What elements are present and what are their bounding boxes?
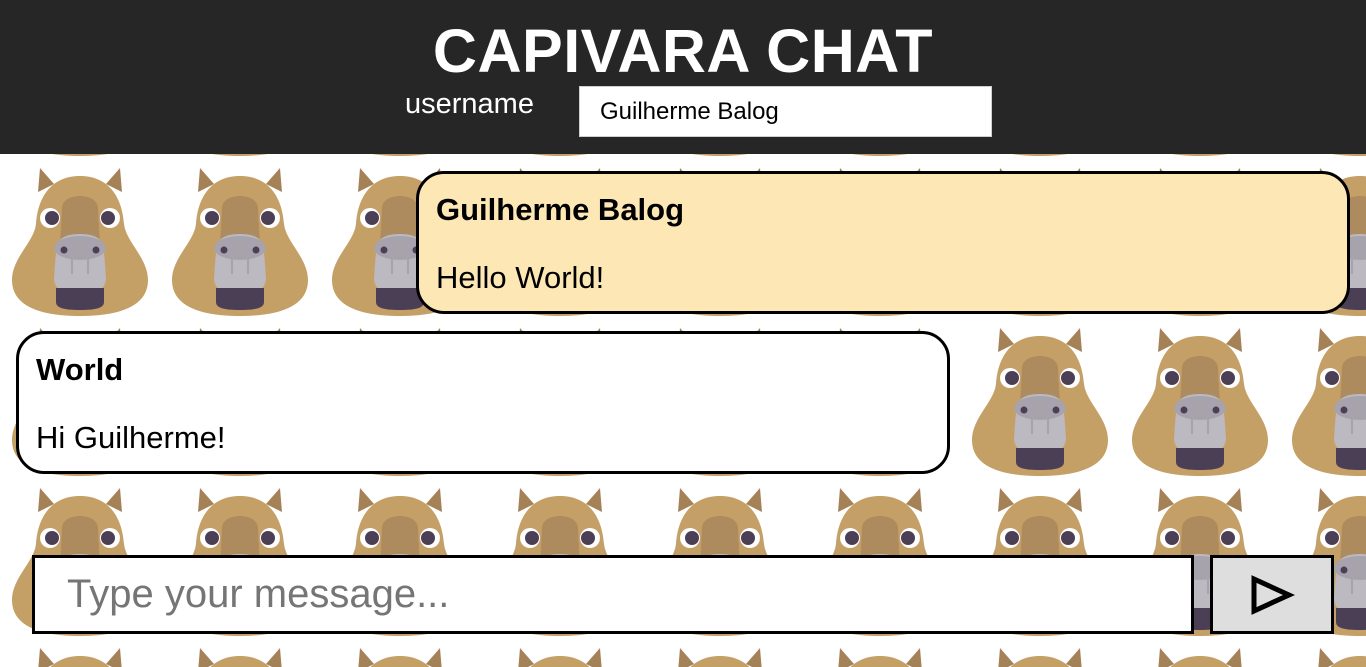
send-button[interactable] bbox=[1210, 555, 1334, 634]
app-header: CAPIVARA CHAT username bbox=[0, 0, 1366, 154]
username-label: username bbox=[405, 88, 534, 120]
play-triangle-icon bbox=[1251, 574, 1295, 615]
message-bubble-own: Guilherme Balog Hello World! bbox=[416, 171, 1350, 314]
username-input[interactable] bbox=[579, 86, 992, 137]
message-input[interactable] bbox=[32, 555, 1194, 634]
message-text: Hi Guilherme! bbox=[36, 420, 226, 455]
message-text: Hello World! bbox=[436, 260, 605, 295]
app-title: CAPIVARA CHAT bbox=[432, 17, 934, 85]
message-author: World bbox=[36, 352, 124, 387]
message-bubble-other: World Hi Guilherme! bbox=[16, 331, 950, 474]
message-author: Guilherme Balog bbox=[436, 192, 685, 227]
